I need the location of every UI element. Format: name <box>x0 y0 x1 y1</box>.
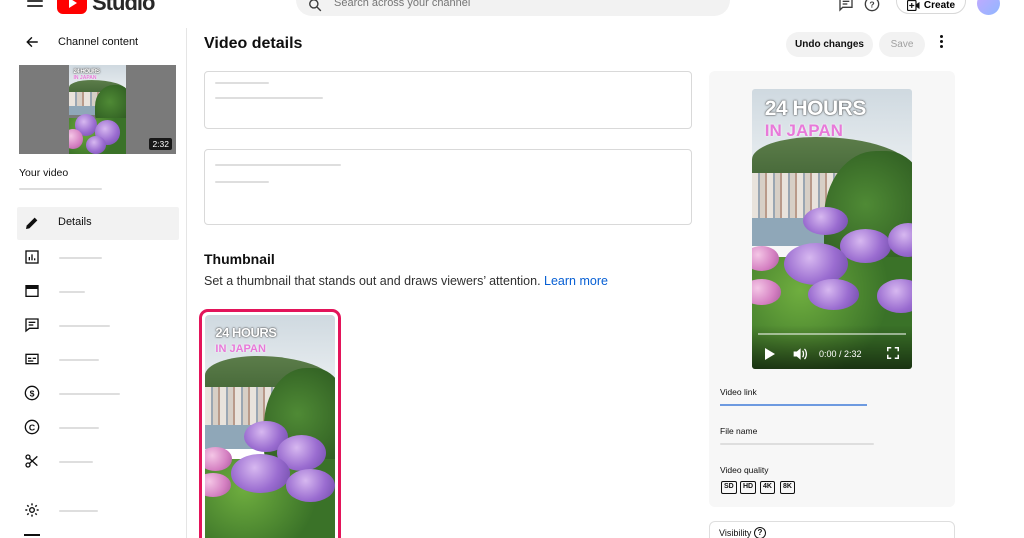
svg-text:$: $ <box>30 388 35 398</box>
comments-icon <box>25 318 39 333</box>
monetization-icon: $ <box>24 385 40 401</box>
save-button[interactable]: Save <box>879 32 925 57</box>
video-link-label: Video link <box>720 387 757 397</box>
clips-icon <box>25 454 38 468</box>
label-placeholder <box>59 257 102 259</box>
label-placeholder <box>59 461 93 463</box>
sidebar: Channel content 24 HOURS IN JAPAN 2:32 Y… <box>0 28 187 538</box>
settings-icon <box>25 503 39 517</box>
visibility-card[interactable]: Visibility ? <box>709 521 955 538</box>
sidebar-item-subtitles[interactable] <box>24 349 174 369</box>
video-title-placeholder <box>19 188 102 190</box>
label-placeholder <box>59 291 85 293</box>
page-title: Video details <box>204 35 303 52</box>
subtitles-icon <box>25 353 39 365</box>
selected-thumbnail[interactable]: 24 HOURS IN JAPAN <box>199 309 341 538</box>
label-placeholder <box>59 393 120 395</box>
sidebar-item-copyright[interactable]: C <box>24 417 174 437</box>
quality-badge-4k: 4K <box>760 481 775 494</box>
field-value-placeholder <box>215 97 323 99</box>
more-options-icon[interactable] <box>934 35 948 53</box>
channel-content-link[interactable]: Channel content <box>58 36 138 48</box>
thumbnail-description: Set a thumbnail that stands out and draw… <box>204 274 608 288</box>
undo-changes-button[interactable]: Undo changes <box>786 32 873 57</box>
player-controls: 0:00 / 2:32 <box>752 325 912 369</box>
video-player[interactable]: 24 HOURS IN JAPAN 0:00 / 2:32 <box>752 89 912 369</box>
sidebar-item-clips[interactable] <box>24 451 174 471</box>
learn-more-link[interactable]: Learn more <box>544 274 608 288</box>
analytics-icon <box>25 250 39 264</box>
menu-icon[interactable] <box>27 0 43 10</box>
visibility-help-icon[interactable]: ? <box>754 527 766 538</box>
help-icon[interactable]: ? <box>864 0 880 12</box>
thumbnail-image: 24 HOURS IN JAPAN <box>69 65 126 154</box>
feedback-icon[interactable] <box>24 534 40 538</box>
file-name-value <box>720 443 874 445</box>
create-label: Create <box>923 0 956 11</box>
quality-badge-sd: SD <box>721 481 737 494</box>
quality-badge-hd: HD <box>740 481 757 494</box>
logo-text: Studio <box>92 0 155 15</box>
create-button[interactable]: Create <box>896 0 966 14</box>
sidebar-item-analytics[interactable] <box>24 247 174 267</box>
your-video-label: Your video <box>19 167 69 179</box>
thumbnail-image: 24 HOURS IN JAPAN <box>205 315 335 538</box>
video-overlay-line2: IN JAPAN <box>764 121 843 141</box>
editor-icon <box>25 285 39 297</box>
video-overlay-line1: 24 HOURS <box>764 97 867 121</box>
label-placeholder <box>59 427 99 429</box>
quality-badge-8k: 8K <box>780 481 795 494</box>
description-field[interactable] <box>204 149 692 225</box>
thumbnail-section-title: Thumbnail <box>204 251 275 267</box>
sidebar-item-settings[interactable] <box>24 500 174 520</box>
svg-text:?: ? <box>869 0 874 9</box>
video-quality-label: Video quality <box>720 465 769 475</box>
copyright-icon: C <box>24 419 40 435</box>
back-arrow-icon[interactable] <box>25 35 40 49</box>
youtube-play-icon <box>57 0 87 14</box>
video-thumbnail[interactable]: 24 HOURS IN JAPAN 2:32 <box>19 65 176 154</box>
thumbnail-description-text: Set a thumbnail that stands out and draw… <box>204 274 541 288</box>
playback-time: 0:00 / 2:32 <box>819 349 862 359</box>
volume-icon[interactable] <box>792 347 808 361</box>
search-icon <box>309 0 322 12</box>
thumbnail-overlay-line1: 24 HOURS <box>73 68 101 75</box>
thumbnail-overlay-line2: IN JAPAN <box>73 75 97 82</box>
visibility-label: Visibility <box>719 528 752 538</box>
thumbnail-overlay-line1: 24 HOURS <box>215 324 277 340</box>
sidebar-item-comments[interactable] <box>24 315 174 335</box>
field-label-placeholder <box>215 164 341 166</box>
sidebar-item-editor[interactable] <box>24 281 174 301</box>
fullscreen-icon[interactable] <box>886 346 900 360</box>
field-label-placeholder <box>215 82 269 84</box>
feedback-icon[interactable] <box>838 0 854 12</box>
search-bar[interactable] <box>296 0 730 16</box>
pencil-icon <box>26 217 38 229</box>
field-value-placeholder <box>215 181 269 183</box>
sidebar-item-label: Details <box>58 216 92 228</box>
video-link-value[interactable] <box>720 404 867 406</box>
sidebar-item-monetization[interactable]: $ <box>24 383 174 403</box>
title-field[interactable] <box>204 71 692 129</box>
studio-logo[interactable]: Studio <box>57 0 155 15</box>
svg-text:C: C <box>29 422 36 432</box>
sidebar-item-details[interactable]: Details <box>24 213 174 233</box>
playback-progress-bar[interactable] <box>758 333 906 335</box>
label-placeholder <box>59 510 98 512</box>
label-placeholder <box>59 325 110 327</box>
file-name-label: File name <box>720 426 758 436</box>
thumbnail-overlay-line2: IN JAPAN <box>215 342 266 355</box>
avatar[interactable] <box>977 0 1000 15</box>
create-video-icon <box>906 0 920 11</box>
label-placeholder <box>59 359 99 361</box>
play-icon[interactable] <box>764 347 776 361</box>
top-bar: Studio ? Create <box>0 0 1024 28</box>
search-input[interactable] <box>334 0 704 9</box>
duration-badge: 2:32 <box>149 138 172 150</box>
